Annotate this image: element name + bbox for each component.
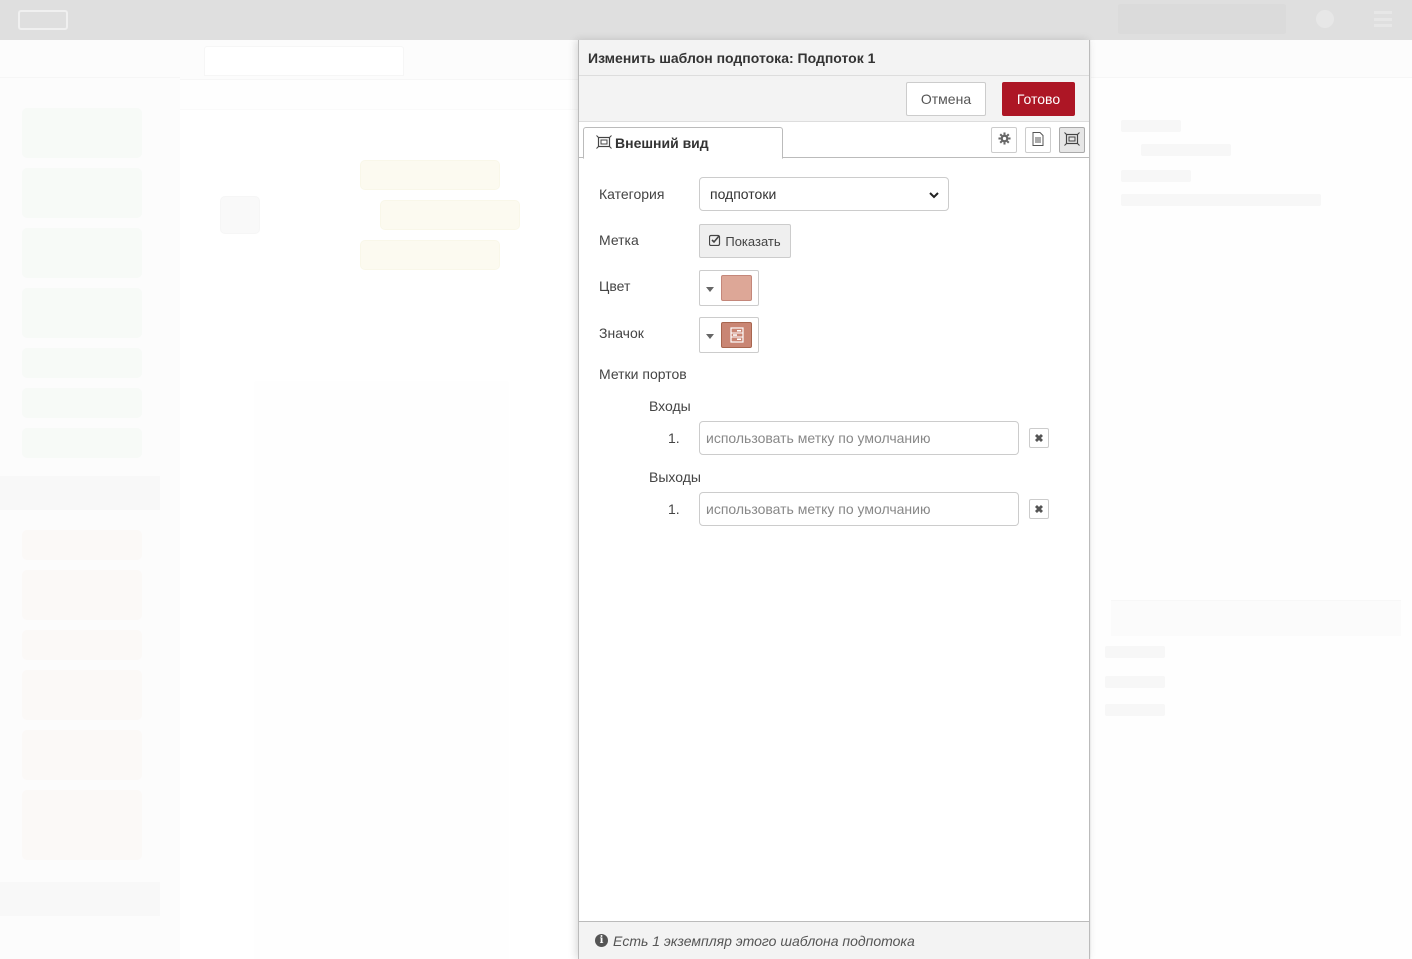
tab-appearance-icon-button[interactable]	[1059, 127, 1085, 153]
tab-label: Внешний вид	[615, 135, 709, 151]
clear-input-label-button[interactable]: ✖	[1029, 428, 1049, 448]
subflow-template-editor: Изменить шаблон подпотока: Подпоток 1 От…	[578, 40, 1090, 959]
icon-picker[interactable]	[699, 317, 759, 353]
cancel-button[interactable]: Отмена	[906, 82, 986, 116]
done-button[interactable]: Готово	[1002, 82, 1075, 116]
color-label: Цвет	[599, 278, 631, 294]
close-icon: ✖	[1034, 432, 1044, 445]
category-select[interactable]: подпотоки	[699, 177, 949, 211]
instance-info-text: Есть 1 экземпляр этого шаблона подпотока	[613, 932, 915, 949]
show-label-text: Показать	[725, 233, 781, 249]
tab-description[interactable]	[1025, 127, 1051, 153]
node-appearance-icon	[1064, 131, 1080, 149]
category-value: подпотоки	[710, 186, 777, 202]
caret-down-icon	[706, 334, 714, 339]
input-port-label-field[interactable]	[699, 421, 1019, 455]
caret-down-icon	[706, 287, 714, 292]
editor-tabbar: Внешний вид	[579, 122, 1089, 159]
clear-output-label-button[interactable]: ✖	[1029, 499, 1049, 519]
tab-appearance[interactable]: Внешний вид	[583, 127, 783, 159]
icon-label: Значок	[599, 325, 644, 341]
close-icon: ✖	[1034, 503, 1044, 516]
checkbox-checked-icon	[709, 234, 721, 249]
color-picker[interactable]	[699, 270, 759, 306]
inputs-label: Входы	[649, 398, 691, 414]
editor-title: Изменить шаблон подпотока: Подпоток 1	[588, 50, 876, 66]
node-appearance-icon	[596, 134, 612, 152]
label-field-label: Метка	[599, 232, 639, 248]
document-icon	[1032, 131, 1044, 149]
editor-footer: i Есть 1 экземпляр этого шаблона подпото…	[579, 921, 1089, 959]
chevron-down-icon	[928, 188, 940, 204]
subflow-icon	[721, 322, 752, 348]
editor-actions: Отмена Готово	[579, 76, 1089, 122]
tab-settings[interactable]	[991, 127, 1017, 153]
output-port-number: 1.	[668, 501, 680, 517]
color-swatch	[721, 275, 752, 301]
editor-header: Изменить шаблон подпотока: Подпоток 1	[579, 40, 1089, 76]
input-port-number: 1.	[668, 430, 680, 446]
port-labels-title: Метки портов	[599, 366, 687, 382]
outputs-label: Выходы	[649, 469, 701, 485]
gear-icon	[997, 132, 1011, 148]
output-port-label-field[interactable]	[699, 492, 1019, 526]
category-label: Категория	[599, 186, 665, 202]
show-label-toggle[interactable]: Показать	[699, 224, 791, 258]
info-icon: i	[595, 934, 608, 947]
